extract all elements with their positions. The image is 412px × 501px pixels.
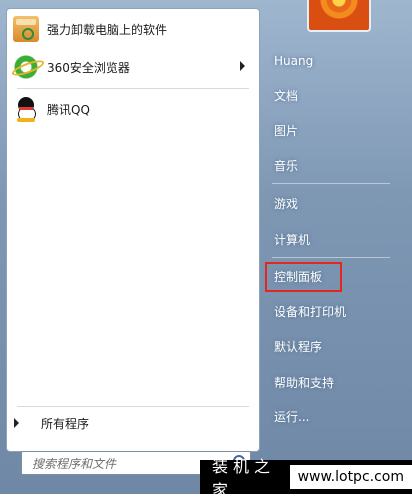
program-item-uninstaller[interactable]: 强力卸载电脑上的软件	[13, 12, 251, 46]
all-programs-button[interactable]: 所有程序	[14, 413, 89, 433]
submenu-arrow-icon	[240, 61, 245, 71]
right-item-computer[interactable]: 计算机	[274, 228, 310, 250]
right-item-user[interactable]: Huang	[274, 50, 313, 72]
program-label: 腾讯QQ	[47, 102, 90, 117]
right-item-games[interactable]: 游戏	[274, 192, 298, 214]
uninstall-box-icon	[13, 16, 39, 42]
right-item-pictures[interactable]: 图片	[274, 119, 298, 141]
divider	[272, 183, 390, 184]
right-item-music[interactable]: 音乐	[274, 154, 298, 176]
program-item-qq[interactable]: 腾讯QQ	[13, 92, 251, 126]
right-item-help-support[interactable]: 帮助和支持	[274, 371, 334, 393]
program-label: 360安全浏览器	[47, 60, 130, 75]
expand-arrow-icon	[14, 418, 19, 428]
all-programs-label: 所有程序	[41, 416, 90, 431]
divider	[272, 257, 390, 258]
control-panel-highlight-box	[265, 262, 342, 292]
program-label: 强力卸载电脑上的软件	[47, 22, 168, 37]
right-item-devices-printers[interactable]: 设备和打印机	[274, 300, 346, 322]
right-item-default-programs[interactable]: 默认程序	[274, 335, 322, 357]
browser-360-icon	[13, 54, 39, 80]
search-input[interactable]	[30, 454, 224, 474]
right-item-run[interactable]: 运行...	[274, 405, 309, 427]
divider	[17, 406, 249, 407]
programs-pane: 强力卸载电脑上的软件 360安全浏览器 腾讯QQ	[6, 8, 260, 452]
watermark: 装机之家 www.lotpc.com	[200, 457, 412, 500]
program-item-360-browser[interactable]: 360安全浏览器	[13, 50, 251, 84]
user-picture[interactable]	[307, 0, 371, 32]
divider	[17, 88, 249, 89]
watermark-url: www.lotpc.com	[289, 465, 412, 489]
right-item-documents[interactable]: 文档	[274, 84, 298, 106]
qq-penguin-icon	[13, 96, 39, 122]
